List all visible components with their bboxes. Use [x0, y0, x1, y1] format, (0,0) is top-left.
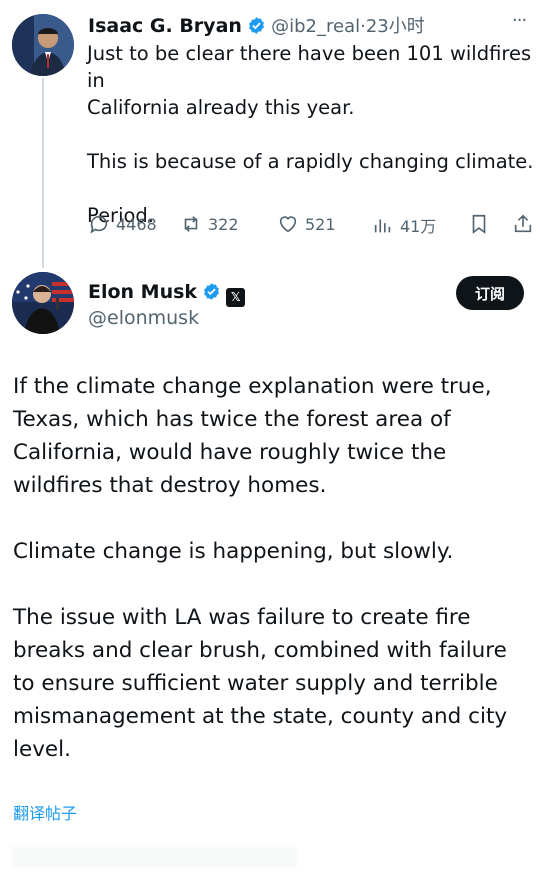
share-icon [514, 214, 532, 233]
like-button[interactable]: 521 [277, 213, 336, 235]
reply-button[interactable]: 4468 [88, 213, 157, 235]
x-affiliate-badge-icon: 𝕏 [226, 287, 246, 307]
like-count: 521 [305, 214, 336, 234]
verified-badge-icon [204, 283, 220, 300]
views-count: 41万 [400, 217, 437, 236]
reply-handle[interactable]: @ib2_real [271, 16, 360, 37]
reply-time[interactable]: ·23小时 [360, 16, 425, 37]
thread-line [42, 78, 44, 268]
avatar-elon-image [12, 272, 74, 334]
share-button[interactable] [512, 213, 534, 235]
verified-badge-icon [249, 17, 264, 34]
repost-button[interactable]: 322 [180, 213, 239, 235]
reply-author-name[interactable]: Isaac G. Bryan [88, 15, 242, 37]
bookmark-button[interactable] [468, 213, 490, 235]
avatar-isaac[interactable] [12, 14, 74, 76]
translate-post-link[interactable]: 翻译帖子 [13, 800, 77, 824]
more-options-icon[interactable]: ··· [512, 10, 527, 31]
views-button[interactable]: 41万 [372, 213, 436, 237]
reply-text: Just to be clear there have been 101 wil… [87, 42, 534, 227]
repost-count: 322 [208, 214, 239, 234]
views-icon [374, 219, 391, 233]
subscribe-button[interactable]: 订阅 [456, 276, 524, 310]
reply-header: Isaac G. Bryan @ib2_real·23小时 [88, 12, 425, 38]
reply-count: 4468 [116, 214, 157, 234]
main-author-name[interactable]: Elon Musk [88, 281, 197, 303]
main-handle[interactable]: @elonmusk [88, 307, 199, 329]
bottom-fade [12, 846, 297, 868]
avatar-elon[interactable] [12, 272, 74, 334]
repost-icon [184, 216, 198, 232]
heart-icon [279, 216, 297, 233]
avatar-isaac-image [12, 14, 74, 76]
bookmark-icon [472, 214, 486, 234]
reply-icon [90, 215, 108, 234]
main-tweet-text: If the climate change explanation were t… [13, 374, 508, 762]
main-header: Elon Musk 𝕏 [88, 281, 246, 307]
